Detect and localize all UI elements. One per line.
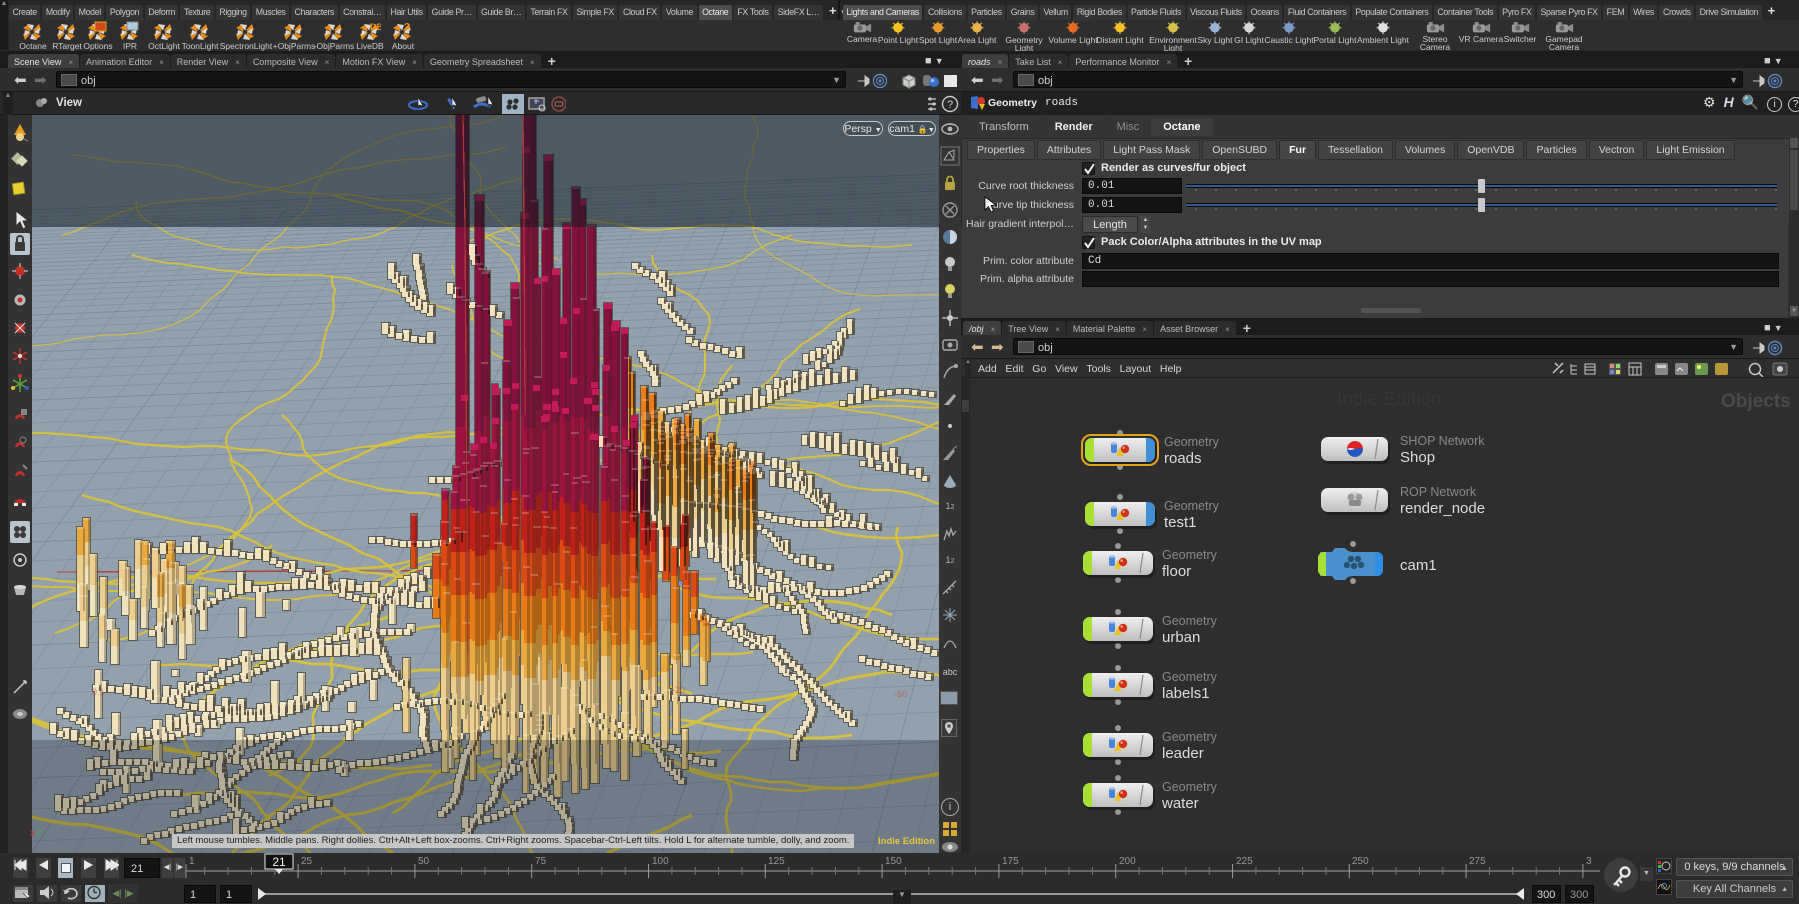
svg-text:cam1: cam1 xyxy=(1400,557,1437,574)
svg-text:water: water xyxy=(1161,795,1199,812)
svg-text:Geometry: Geometry xyxy=(1162,670,1218,684)
svg-text:urban: urban xyxy=(1162,629,1200,646)
svg-text:Geometry: Geometry xyxy=(1162,730,1218,744)
svg-text:0.1: 0.1 xyxy=(92,687,105,697)
svg-text:-50: -50 xyxy=(894,689,907,699)
svg-text:render_node: render_node xyxy=(1400,500,1485,517)
svg-text:Shop: Shop xyxy=(1400,449,1435,466)
svg-text:SHOP Network: SHOP Network xyxy=(1400,434,1485,448)
svg-text:?: ? xyxy=(947,99,953,111)
svg-text:roads: roads xyxy=(1164,450,1202,467)
svg-text:leader: leader xyxy=(1162,745,1204,762)
svg-text:Geometry: Geometry xyxy=(1162,780,1218,794)
svg-text:Geometry: Geometry xyxy=(1164,435,1220,449)
svg-text:?: ? xyxy=(404,22,410,33)
svg-text:floor: floor xyxy=(1162,563,1191,580)
svg-text:test1: test1 xyxy=(1164,514,1197,531)
svg-text:ROP Network: ROP Network xyxy=(1400,485,1477,499)
svg-text:labels1: labels1 xyxy=(1162,685,1210,702)
svg-text:Geometry: Geometry xyxy=(1162,614,1218,628)
svg-text:Geometry: Geometry xyxy=(1164,499,1220,513)
svg-text:Geometry: Geometry xyxy=(1162,548,1218,562)
svg-text:-20: -20 xyxy=(672,685,685,695)
